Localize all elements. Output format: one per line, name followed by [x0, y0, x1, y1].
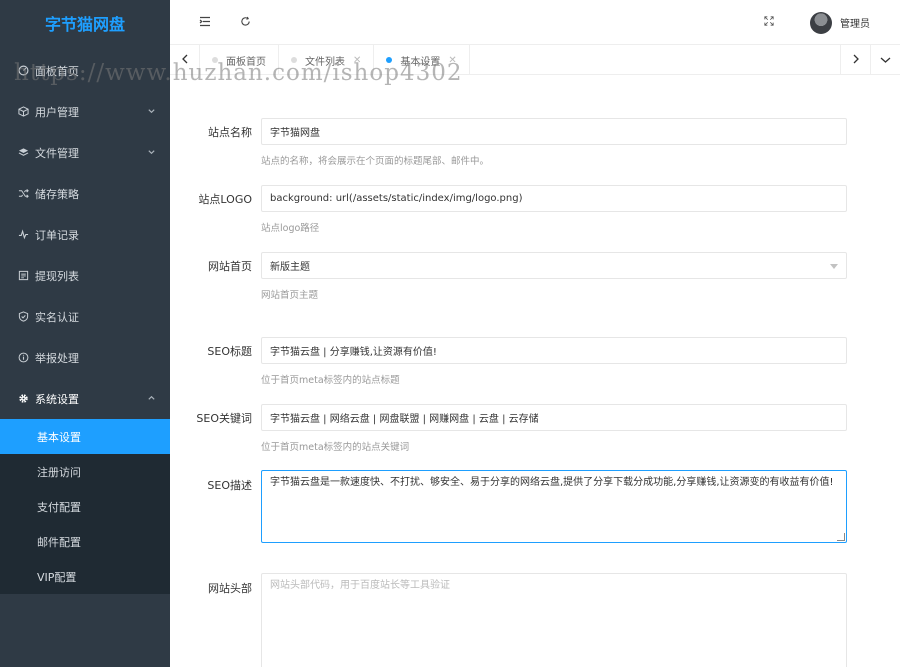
site-head-textarea[interactable]: 网站头部代码，用于百度站长等工具验证 — [261, 573, 847, 667]
list-icon — [15, 270, 31, 281]
sidebar-item-label: 提现列表 — [35, 269, 79, 283]
refresh-button[interactable] — [230, 0, 260, 45]
sidebar-item-label: 用户管理 — [35, 105, 79, 119]
seo-title-help: 位于首页meta标签内的站点标题 — [261, 375, 400, 386]
seo-desc-label: SEO描述 — [207, 479, 252, 492]
sidebar-item-storage[interactable]: 储存策略 — [0, 173, 170, 214]
tab-dashboard[interactable]: 面板首页 — [200, 45, 279, 75]
settings-submenu: 基本设置 注册访问 支付配置 邮件配置 VIP配置 — [0, 419, 170, 594]
submenu-item-payment[interactable]: 支付配置 — [0, 489, 170, 524]
submenu-item-mail[interactable]: 邮件配置 — [0, 524, 170, 559]
sidebar: 字节猫网盘 面板首页 用户管理 文件管理 储存策略 订单记录 提现列表 实名认证… — [0, 0, 170, 667]
tab-label: 面板首页 — [226, 56, 266, 68]
app-logo[interactable]: 字节猫网盘 — [0, 0, 170, 50]
site-logo-input[interactable]: background: url(/assets/static/index/img… — [261, 185, 847, 212]
top-bar: 管理员 — [170, 0, 900, 45]
home-theme-select[interactable]: 新版主题 — [261, 252, 847, 279]
sidebar-item-verify[interactable]: 实名认证 — [0, 296, 170, 337]
sidebar-item-label: 系统设置 — [35, 392, 79, 406]
chevron-down-icon — [880, 54, 891, 67]
site-head-label: 网站头部 — [208, 582, 252, 595]
home-help: 网站首页主题 — [261, 290, 319, 301]
tab-basic-settings[interactable]: 基本设置 ✕ — [374, 45, 470, 75]
cube-icon — [15, 106, 31, 117]
close-icon[interactable]: ✕ — [353, 55, 361, 66]
refresh-icon — [240, 16, 251, 30]
sidebar-item-settings[interactable]: 系统设置 — [0, 378, 170, 419]
seo-desc-value: 字节猫云盘是一款速度快、不打扰、够安全、易于分享的网络云盘,提供了分享下载分成功… — [270, 477, 834, 488]
tab-label: 基本设置 — [400, 56, 441, 68]
pulse-icon — [15, 229, 31, 240]
site-logo-label: 站点LOGO — [198, 193, 252, 206]
dashboard-icon — [15, 65, 31, 76]
sidebar-item-files[interactable]: 文件管理 — [0, 132, 170, 173]
sidebar-item-users[interactable]: 用户管理 — [0, 91, 170, 132]
sidebar-item-withdraw[interactable]: 提现列表 — [0, 255, 170, 296]
seo-keywords-help: 位于首页meta标签内的站点关键词 — [261, 442, 410, 453]
tab-label: 文件列表 — [305, 56, 345, 68]
site-name-input[interactable]: 字节猫网盘 — [261, 118, 847, 145]
submenu-item-basic[interactable]: 基本设置 — [0, 419, 170, 454]
menu-toggle-button[interactable] — [190, 0, 220, 45]
avatar — [810, 11, 832, 34]
sidebar-item-label: 文件管理 — [35, 146, 79, 160]
tab-dot — [212, 57, 218, 63]
tabs-scroll-left-button[interactable] — [170, 45, 200, 75]
info-icon — [15, 352, 31, 363]
tab-file-list[interactable]: 文件列表 ✕ — [279, 45, 375, 75]
tabs-scroll-right-button[interactable] — [840, 45, 870, 75]
home-label: 网站首页 — [208, 260, 252, 273]
shuffle-icon — [15, 188, 31, 199]
home-theme-value: 新版主题 — [270, 262, 310, 273]
site-logo-help: 站点logo路径 — [261, 223, 320, 234]
fullscreen-icon — [764, 16, 774, 29]
menu-fold-icon — [199, 16, 211, 30]
site-head-placeholder: 网站头部代码，用于百度站长等工具验证 — [270, 580, 450, 591]
site-name-label: 站点名称 — [208, 126, 252, 139]
gear-icon — [15, 393, 31, 404]
user-name: 管理员 — [840, 19, 870, 30]
sidebar-item-dashboard[interactable]: 面板首页 — [0, 50, 170, 91]
seo-title-label: SEO标题 — [207, 345, 252, 358]
chevron-right-icon — [852, 54, 860, 67]
sidebar-item-orders[interactable]: 订单记录 — [0, 214, 170, 255]
tab-dot — [386, 57, 393, 63]
caret-down-icon — [830, 264, 838, 269]
fullscreen-button[interactable] — [754, 0, 784, 45]
close-icon[interactable]: ✕ — [448, 55, 456, 66]
sidebar-item-label: 举报处理 — [35, 351, 79, 365]
chevron-down-icon — [147, 105, 156, 118]
sidebar-item-reports[interactable]: 举报处理 — [0, 337, 170, 378]
chevron-left-icon — [181, 54, 189, 67]
sidebar-item-label: 面板首页 — [35, 64, 79, 78]
site-name-help: 站点的名称，将会展示在个页面的标题尾部、邮件中。 — [261, 156, 490, 167]
resize-handle[interactable] — [837, 533, 845, 541]
tabs-menu-button[interactable] — [870, 45, 900, 75]
user-menu[interactable]: 管理员 — [810, 0, 870, 45]
settings-form: 站点名称 字节猫网盘 站点的名称，将会展示在个页面的标题尾部、邮件中。 站点LO… — [170, 76, 900, 667]
sidebar-item-label: 实名认证 — [35, 310, 79, 324]
submenu-item-vip[interactable]: VIP配置 — [0, 559, 170, 594]
chevron-up-icon — [147, 392, 156, 405]
layers-icon — [15, 147, 31, 158]
sidebar-item-label: 订单记录 — [35, 228, 79, 242]
tab-dot — [291, 57, 297, 63]
seo-title-input[interactable]: 字节猫云盘 | 分享赚钱,让资源有价值! — [261, 337, 847, 364]
shield-icon — [15, 311, 31, 322]
chevron-down-icon — [147, 146, 156, 159]
submenu-item-register[interactable]: 注册访问 — [0, 454, 170, 489]
seo-keywords-label: SEO关键词 — [196, 412, 252, 425]
seo-desc-textarea[interactable]: 字节猫云盘是一款速度快、不打扰、够安全、易于分享的网络云盘,提供了分享下载分成功… — [261, 470, 847, 543]
tabs-bar: 面板首页 文件列表 ✕ 基本设置 ✕ — [170, 45, 900, 75]
sidebar-item-label: 储存策略 — [35, 187, 79, 201]
seo-keywords-input[interactable]: 字节猫云盘 | 网络云盘 | 网盘联盟 | 网赚网盘 | 云盘 | 云存储 — [261, 404, 847, 431]
